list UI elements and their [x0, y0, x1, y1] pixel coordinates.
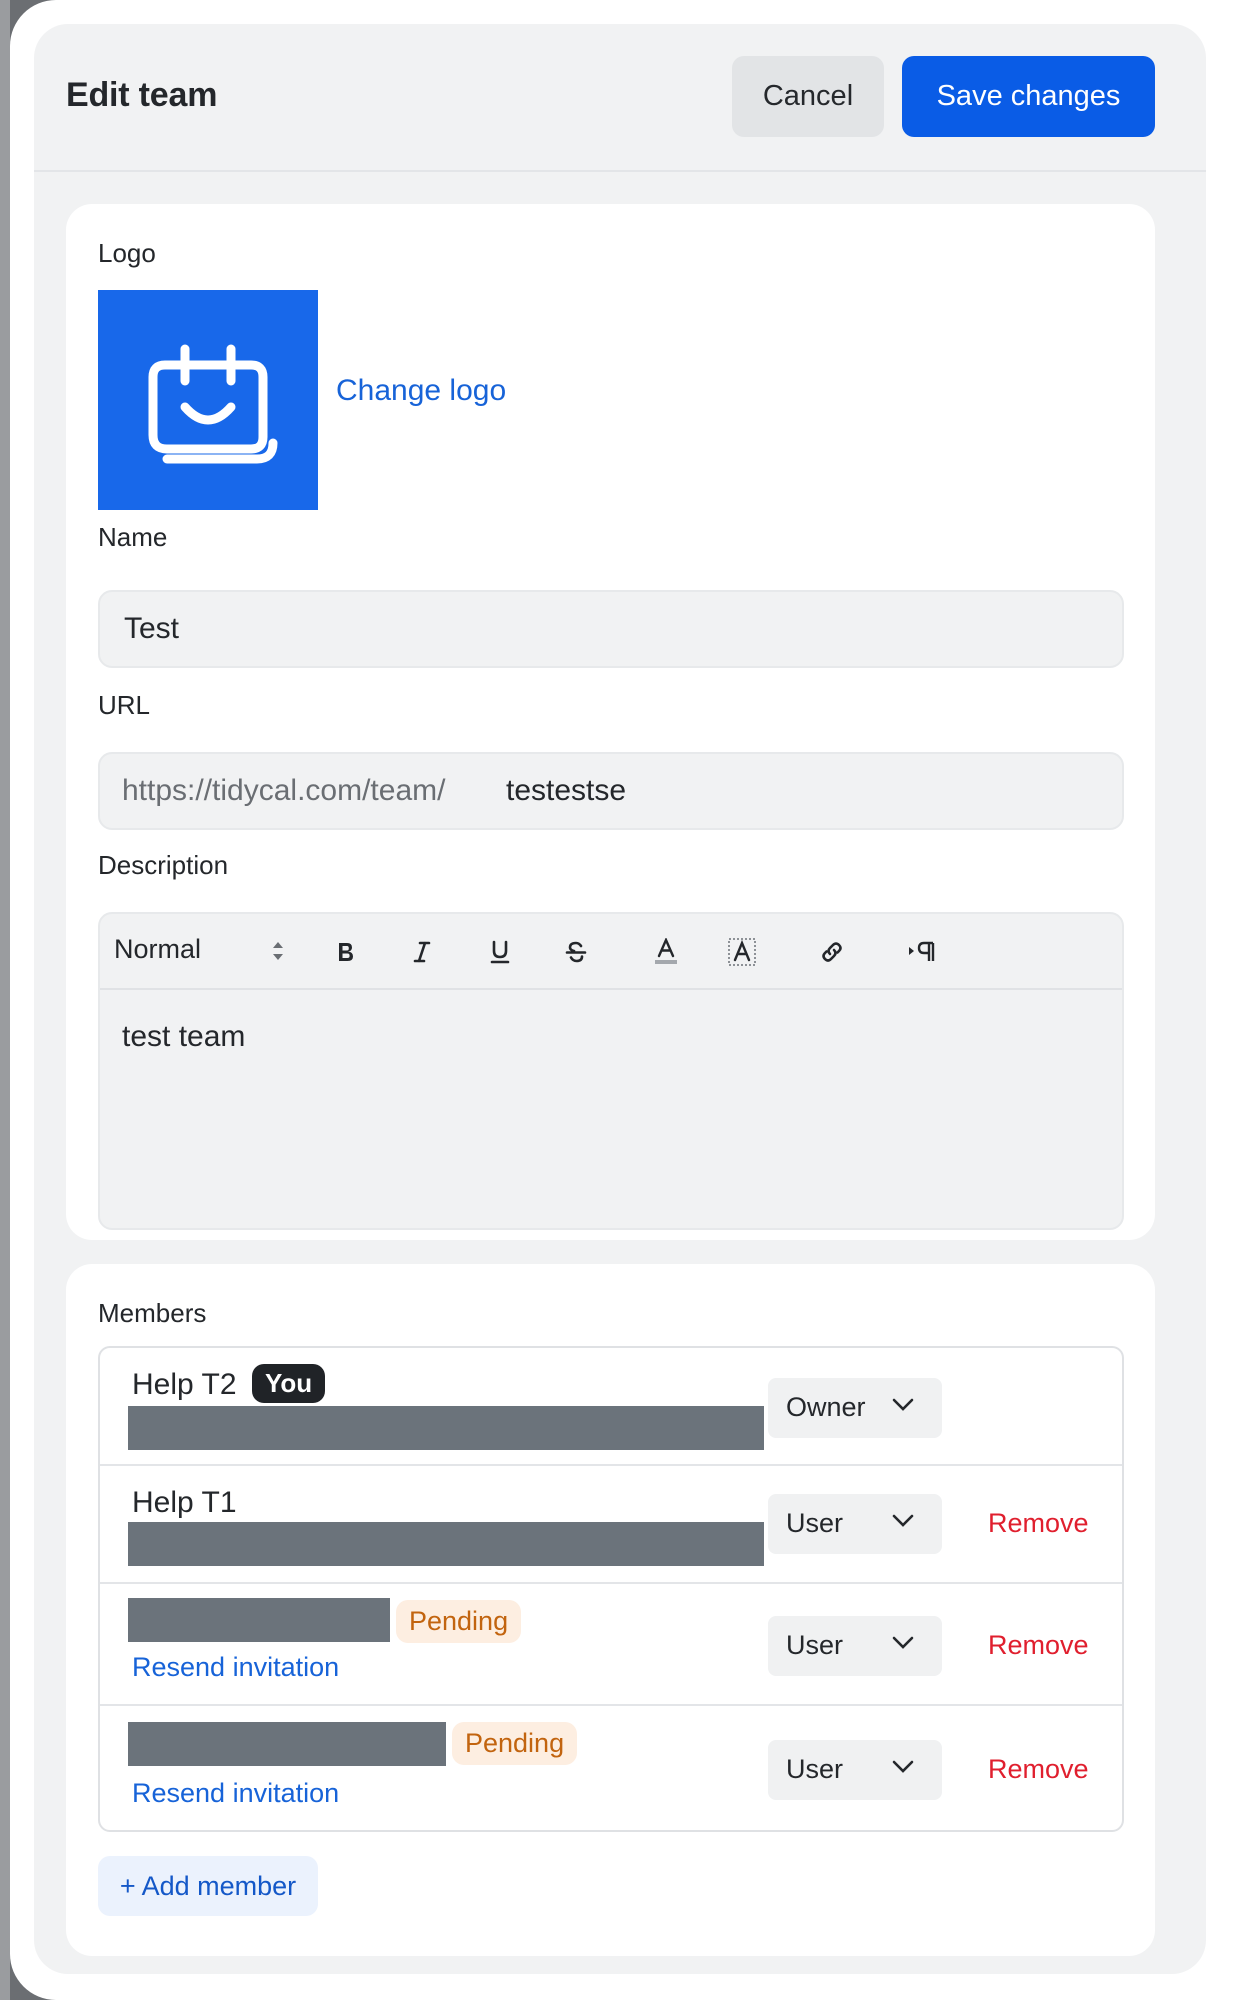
edit-team-dialog: Edit team Cancel Save changes Logo Chang…	[34, 24, 1206, 1974]
role-value: User	[786, 1508, 844, 1538]
redacted-email	[128, 1722, 446, 1766]
member-row: Help T1 User Remove	[100, 1466, 1122, 1584]
name-field[interactable]: Test	[98, 590, 1124, 668]
description-content[interactable]: test team	[122, 1020, 245, 1054]
underline-icon[interactable]	[480, 932, 520, 972]
role-value: Owner	[786, 1392, 866, 1422]
page-title: Edit team	[66, 76, 218, 114]
member-row: Pending Resend invitation User Remove	[100, 1584, 1122, 1706]
member-row: Help T2 You Owner	[100, 1348, 1122, 1466]
bold-icon[interactable]	[326, 932, 366, 972]
you-badge: You	[252, 1364, 326, 1403]
redacted-email	[128, 1406, 764, 1450]
remove-member-link[interactable]: Remove	[988, 1630, 1089, 1661]
member-row: Pending Resend invitation User Remove	[100, 1706, 1122, 1830]
resend-invitation-link[interactable]: Resend invitation	[132, 1652, 339, 1683]
redacted-email	[128, 1598, 390, 1642]
members-list: Help T2 You Owner Help T1 User Remove Pe…	[98, 1346, 1124, 1832]
dialog-header: Edit team Cancel Save changes	[34, 24, 1206, 172]
description-label: Description	[98, 850, 229, 880]
members-card: Members Help T2 You Owner Help T1 User R…	[66, 1264, 1155, 1956]
chevron-down-icon	[892, 1514, 914, 1527]
url-slug-value: testestse	[506, 774, 627, 807]
remove-member-link[interactable]: Remove	[988, 1508, 1089, 1539]
pending-badge: Pending	[396, 1600, 522, 1643]
role-select[interactable]: User	[768, 1740, 942, 1800]
role-select[interactable]: User	[768, 1494, 942, 1554]
chevron-down-icon	[892, 1636, 914, 1649]
chevron-down-icon	[892, 1760, 914, 1773]
resend-invitation-link[interactable]: Resend invitation	[132, 1778, 339, 1809]
remove-member-link[interactable]: Remove	[988, 1754, 1089, 1785]
editor-toolbar: Normal	[100, 914, 1122, 990]
team-logo	[98, 290, 318, 510]
logo-label: Logo	[98, 238, 156, 268]
role-value: User	[786, 1754, 844, 1784]
member-name: Help T2	[132, 1368, 237, 1401]
italic-icon[interactable]	[402, 932, 442, 972]
url-prefix: https://tidycal.com/team/	[122, 774, 446, 807]
select-updown-icon[interactable]	[270, 938, 286, 964]
name-label: Name	[98, 522, 168, 552]
save-changes-button[interactable]: Save changes	[902, 56, 1155, 137]
role-select[interactable]: User	[768, 1616, 942, 1676]
url-field[interactable]: https://tidycal.com/team/ testestse	[98, 752, 1124, 830]
highlight-color-icon[interactable]	[722, 932, 762, 972]
description-editor: Normal test team	[98, 912, 1124, 1230]
redacted-email	[128, 1522, 764, 1566]
text-color-icon[interactable]	[646, 932, 686, 972]
role-value: User	[786, 1630, 844, 1660]
team-details-card: Logo Change logo Name Test URL https://t…	[66, 204, 1155, 1240]
name-value: Test	[124, 612, 180, 645]
pending-badge: Pending	[452, 1722, 578, 1765]
change-logo-link[interactable]: Change logo	[336, 374, 506, 408]
strikethrough-icon[interactable]	[556, 932, 596, 972]
url-label: URL	[98, 690, 151, 720]
members-label: Members	[98, 1298, 207, 1328]
add-member-button[interactable]: + Add member	[98, 1856, 318, 1916]
calendar-smile-icon	[148, 344, 278, 464]
link-icon[interactable]	[812, 932, 852, 972]
text-format-select[interactable]: Normal	[114, 934, 201, 965]
chevron-down-icon	[892, 1398, 914, 1411]
role-select[interactable]: Owner	[768, 1378, 942, 1438]
text-direction-icon[interactable]	[902, 932, 942, 972]
cancel-button[interactable]: Cancel	[732, 56, 884, 137]
backdrop	[0, 0, 10, 2000]
member-name: Help T1	[132, 1486, 237, 1519]
